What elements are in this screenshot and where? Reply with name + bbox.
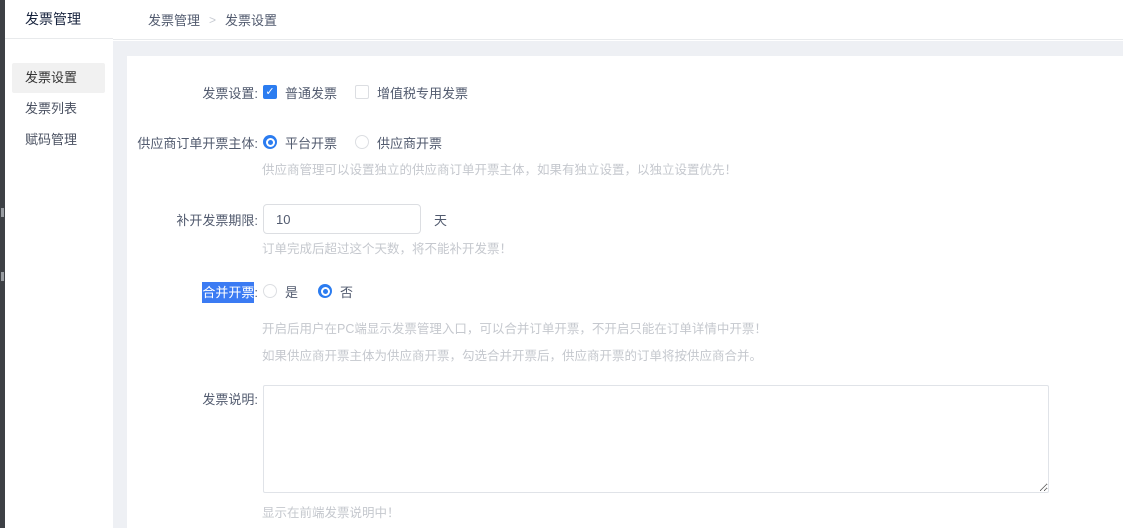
- invoice-types-row: 发票设置: ✓ 普通发票 增值税专用发票: [127, 84, 468, 100]
- rail-icon: [1, 208, 4, 217]
- invoice-note-row: 发票说明:: [127, 385, 1049, 493]
- sidebar-title: 发票管理: [5, 0, 113, 39]
- chevron-right-icon: >: [209, 13, 216, 27]
- collapsed-dark-rail[interactable]: [0, 0, 5, 528]
- supplier-subject-label: 供应商订单开票主体:: [127, 133, 258, 152]
- invoice-note-textarea[interactable]: [263, 385, 1049, 493]
- sidebar-item-invoice-settings[interactable]: 发票设置: [12, 63, 105, 93]
- invoice-types-label: 发票设置:: [127, 83, 258, 102]
- merge-invoice-label: 合并开票:: [127, 282, 258, 301]
- supplier-subject-row: 供应商订单开票主体: 平台开票 供应商开票: [127, 134, 442, 150]
- reissue-limit-unit: 天: [434, 210, 447, 229]
- checkbox-vat-special-invoice[interactable]: [355, 85, 369, 99]
- reissue-limit-row: 补开发票期限: 天: [127, 204, 447, 234]
- checkbox-ordinary-invoice-label[interactable]: 普通发票: [285, 83, 337, 102]
- checkbox-vat-special-invoice-label[interactable]: 增值税专用发票: [377, 83, 468, 102]
- sidebar: 发票管理 发票设置 发票列表 赋码管理: [5, 0, 113, 528]
- reissue-limit-label: 补开发票期限:: [127, 210, 258, 229]
- radio-merge-no[interactable]: [318, 284, 332, 298]
- sidebar-item-invoice-list[interactable]: 发票列表: [12, 94, 105, 124]
- radio-supplier-billing-label[interactable]: 供应商开票: [377, 133, 442, 152]
- breadcrumb-bar: 发票管理 > 发票设置: [113, 0, 1123, 40]
- invoice-note-label: 发票说明:: [127, 385, 258, 408]
- sidebar-item-code-management[interactable]: 赋码管理: [12, 125, 105, 155]
- check-icon: ✓: [265, 87, 274, 98]
- rail-icon: [1, 272, 4, 281]
- reissue-limit-input[interactable]: [263, 204, 421, 234]
- merge-invoice-row: 合并开票: 是 否: [127, 283, 353, 299]
- radio-platform-billing-label[interactable]: 平台开票: [285, 133, 337, 152]
- invoice-settings-panel: 发票设置: ✓ 普通发票 增值税专用发票 供应商订单开票主体: 平台开票 供应商…: [127, 56, 1123, 528]
- merge-invoice-hint-1: 开启后用户在PC端显示发票管理入口，可以合并订单开票，不开启只能在订单详情中开票…: [262, 318, 767, 337]
- supplier-subject-hint: 供应商管理可以设置独立的供应商订单开票主体，如果有独立设置，以独立设置优先！: [262, 159, 737, 178]
- merge-invoice-selected-text: 合并开票: [202, 282, 254, 303]
- radio-merge-yes[interactable]: [263, 284, 277, 298]
- invoice-note-hint: 显示在前端发票说明中！: [262, 502, 400, 521]
- checkbox-ordinary-invoice[interactable]: ✓: [263, 85, 277, 99]
- breadcrumb-item-invoice-management[interactable]: 发票管理: [148, 10, 200, 29]
- breadcrumb-item-invoice-settings[interactable]: 发票设置: [225, 10, 277, 29]
- radio-platform-billing[interactable]: [263, 135, 277, 149]
- merge-invoice-hint-2: 如果供应商开票主体为供应商开票，勾选合并开票后，供应商开票的订单将按供应商合并。: [262, 345, 762, 364]
- sidebar-menu: 发票设置 发票列表 赋码管理: [5, 39, 113, 155]
- radio-supplier-billing[interactable]: [355, 135, 369, 149]
- radio-merge-no-label[interactable]: 否: [340, 282, 353, 301]
- radio-merge-yes-label[interactable]: 是: [285, 282, 298, 301]
- reissue-limit-hint: 订单完成后超过这个天数，将不能补开发票！: [262, 238, 512, 257]
